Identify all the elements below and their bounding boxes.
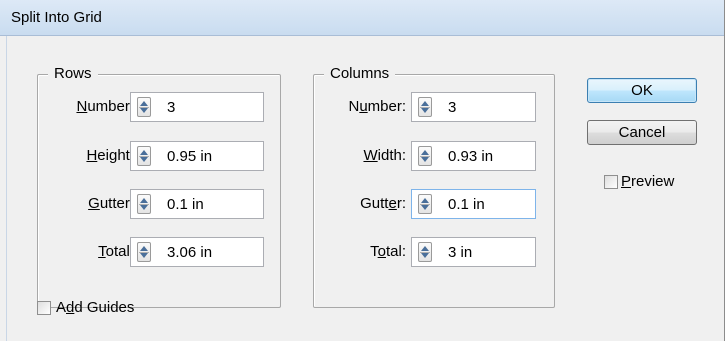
columns-width-label: Width: [363, 147, 406, 164]
columns-total-field[interactable]: 3 in [411, 237, 536, 267]
columns-total-label: Total: [370, 243, 406, 260]
stepper-up-icon[interactable] [140, 150, 148, 155]
columns-width-stepper[interactable] [418, 146, 432, 166]
add-guides-checkbox[interactable] [37, 301, 51, 315]
columns-group: Columns Number: 3 Width: 0.93 in Gutter:… [313, 64, 555, 308]
columns-number-label: Number: [348, 98, 406, 115]
stepper-up-icon[interactable] [421, 198, 429, 203]
rows-gutter-value[interactable]: 0.1 in [167, 195, 204, 215]
columns-number-value[interactable]: 3 [448, 98, 456, 118]
preview-label[interactable]: Preview [621, 172, 674, 192]
stepper-up-icon[interactable] [140, 246, 148, 251]
preview-checkbox[interactable] [604, 175, 618, 189]
stepper-down-icon[interactable] [421, 108, 429, 113]
stepper-up-icon[interactable] [421, 246, 429, 251]
stepper-down-icon[interactable] [421, 253, 429, 258]
rows-total-label: Total: [98, 243, 134, 260]
columns-width-value[interactable]: 0.93 in [448, 147, 493, 167]
stepper-down-icon[interactable] [140, 253, 148, 258]
rows-height-label: Height: [86, 147, 134, 164]
split-into-grid-dialog: Split Into Grid Rows Number: 3 Height: 0… [0, 0, 725, 341]
columns-legend: Columns [324, 64, 396, 84]
columns-width-field[interactable]: 0.93 in [411, 141, 536, 171]
dialog-title: Split Into Grid [11, 9, 102, 26]
stepper-up-icon[interactable] [140, 101, 148, 106]
columns-total-stepper[interactable] [418, 242, 432, 262]
stepper-up-icon[interactable] [421, 101, 429, 106]
stepper-down-icon[interactable] [421, 205, 429, 210]
columns-gutter-stepper[interactable] [418, 194, 432, 214]
rows-total-stepper[interactable] [137, 242, 151, 262]
rows-legend: Rows [48, 64, 98, 84]
rows-gutter-field[interactable]: 0.1 in [130, 189, 264, 219]
ok-button[interactable]: OK [587, 78, 697, 103]
rows-height-value[interactable]: 0.95 in [167, 147, 212, 167]
rows-height-field[interactable]: 0.95 in [130, 141, 264, 171]
rows-total-value[interactable]: 3.06 in [167, 243, 212, 263]
add-guides-label[interactable]: Add Guides [56, 298, 134, 318]
stepper-down-icon[interactable] [421, 157, 429, 162]
stepper-up-icon[interactable] [140, 198, 148, 203]
columns-gutter-field[interactable]: 0.1 in [411, 189, 536, 219]
rows-gutter-label: Gutter: [88, 195, 134, 212]
title-bar[interactable]: Split Into Grid [0, 0, 724, 36]
stepper-down-icon[interactable] [140, 205, 148, 210]
stepper-down-icon[interactable] [140, 157, 148, 162]
columns-gutter-label: Gutter: [360, 195, 406, 212]
cancel-button[interactable]: Cancel [587, 120, 697, 145]
stepper-up-icon[interactable] [421, 150, 429, 155]
rows-gutter-stepper[interactable] [137, 194, 151, 214]
rows-number-value[interactable]: 3 [167, 98, 175, 118]
columns-total-value[interactable]: 3 in [448, 243, 472, 263]
columns-gutter-value[interactable]: 0.1 in [448, 195, 485, 215]
stepper-down-icon[interactable] [140, 108, 148, 113]
rows-number-field[interactable]: 3 [130, 92, 264, 122]
dialog-body: Rows Number: 3 Height: 0.95 in Gutter: 0… [6, 36, 718, 341]
columns-number-field[interactable]: 3 [411, 92, 536, 122]
rows-group: Rows Number: 3 Height: 0.95 in Gutter: 0… [37, 64, 281, 308]
rows-number-stepper[interactable] [137, 97, 151, 117]
columns-number-stepper[interactable] [418, 97, 432, 117]
rows-height-stepper[interactable] [137, 146, 151, 166]
rows-total-field[interactable]: 3.06 in [130, 237, 264, 267]
rows-number-label: Number: [76, 98, 134, 115]
